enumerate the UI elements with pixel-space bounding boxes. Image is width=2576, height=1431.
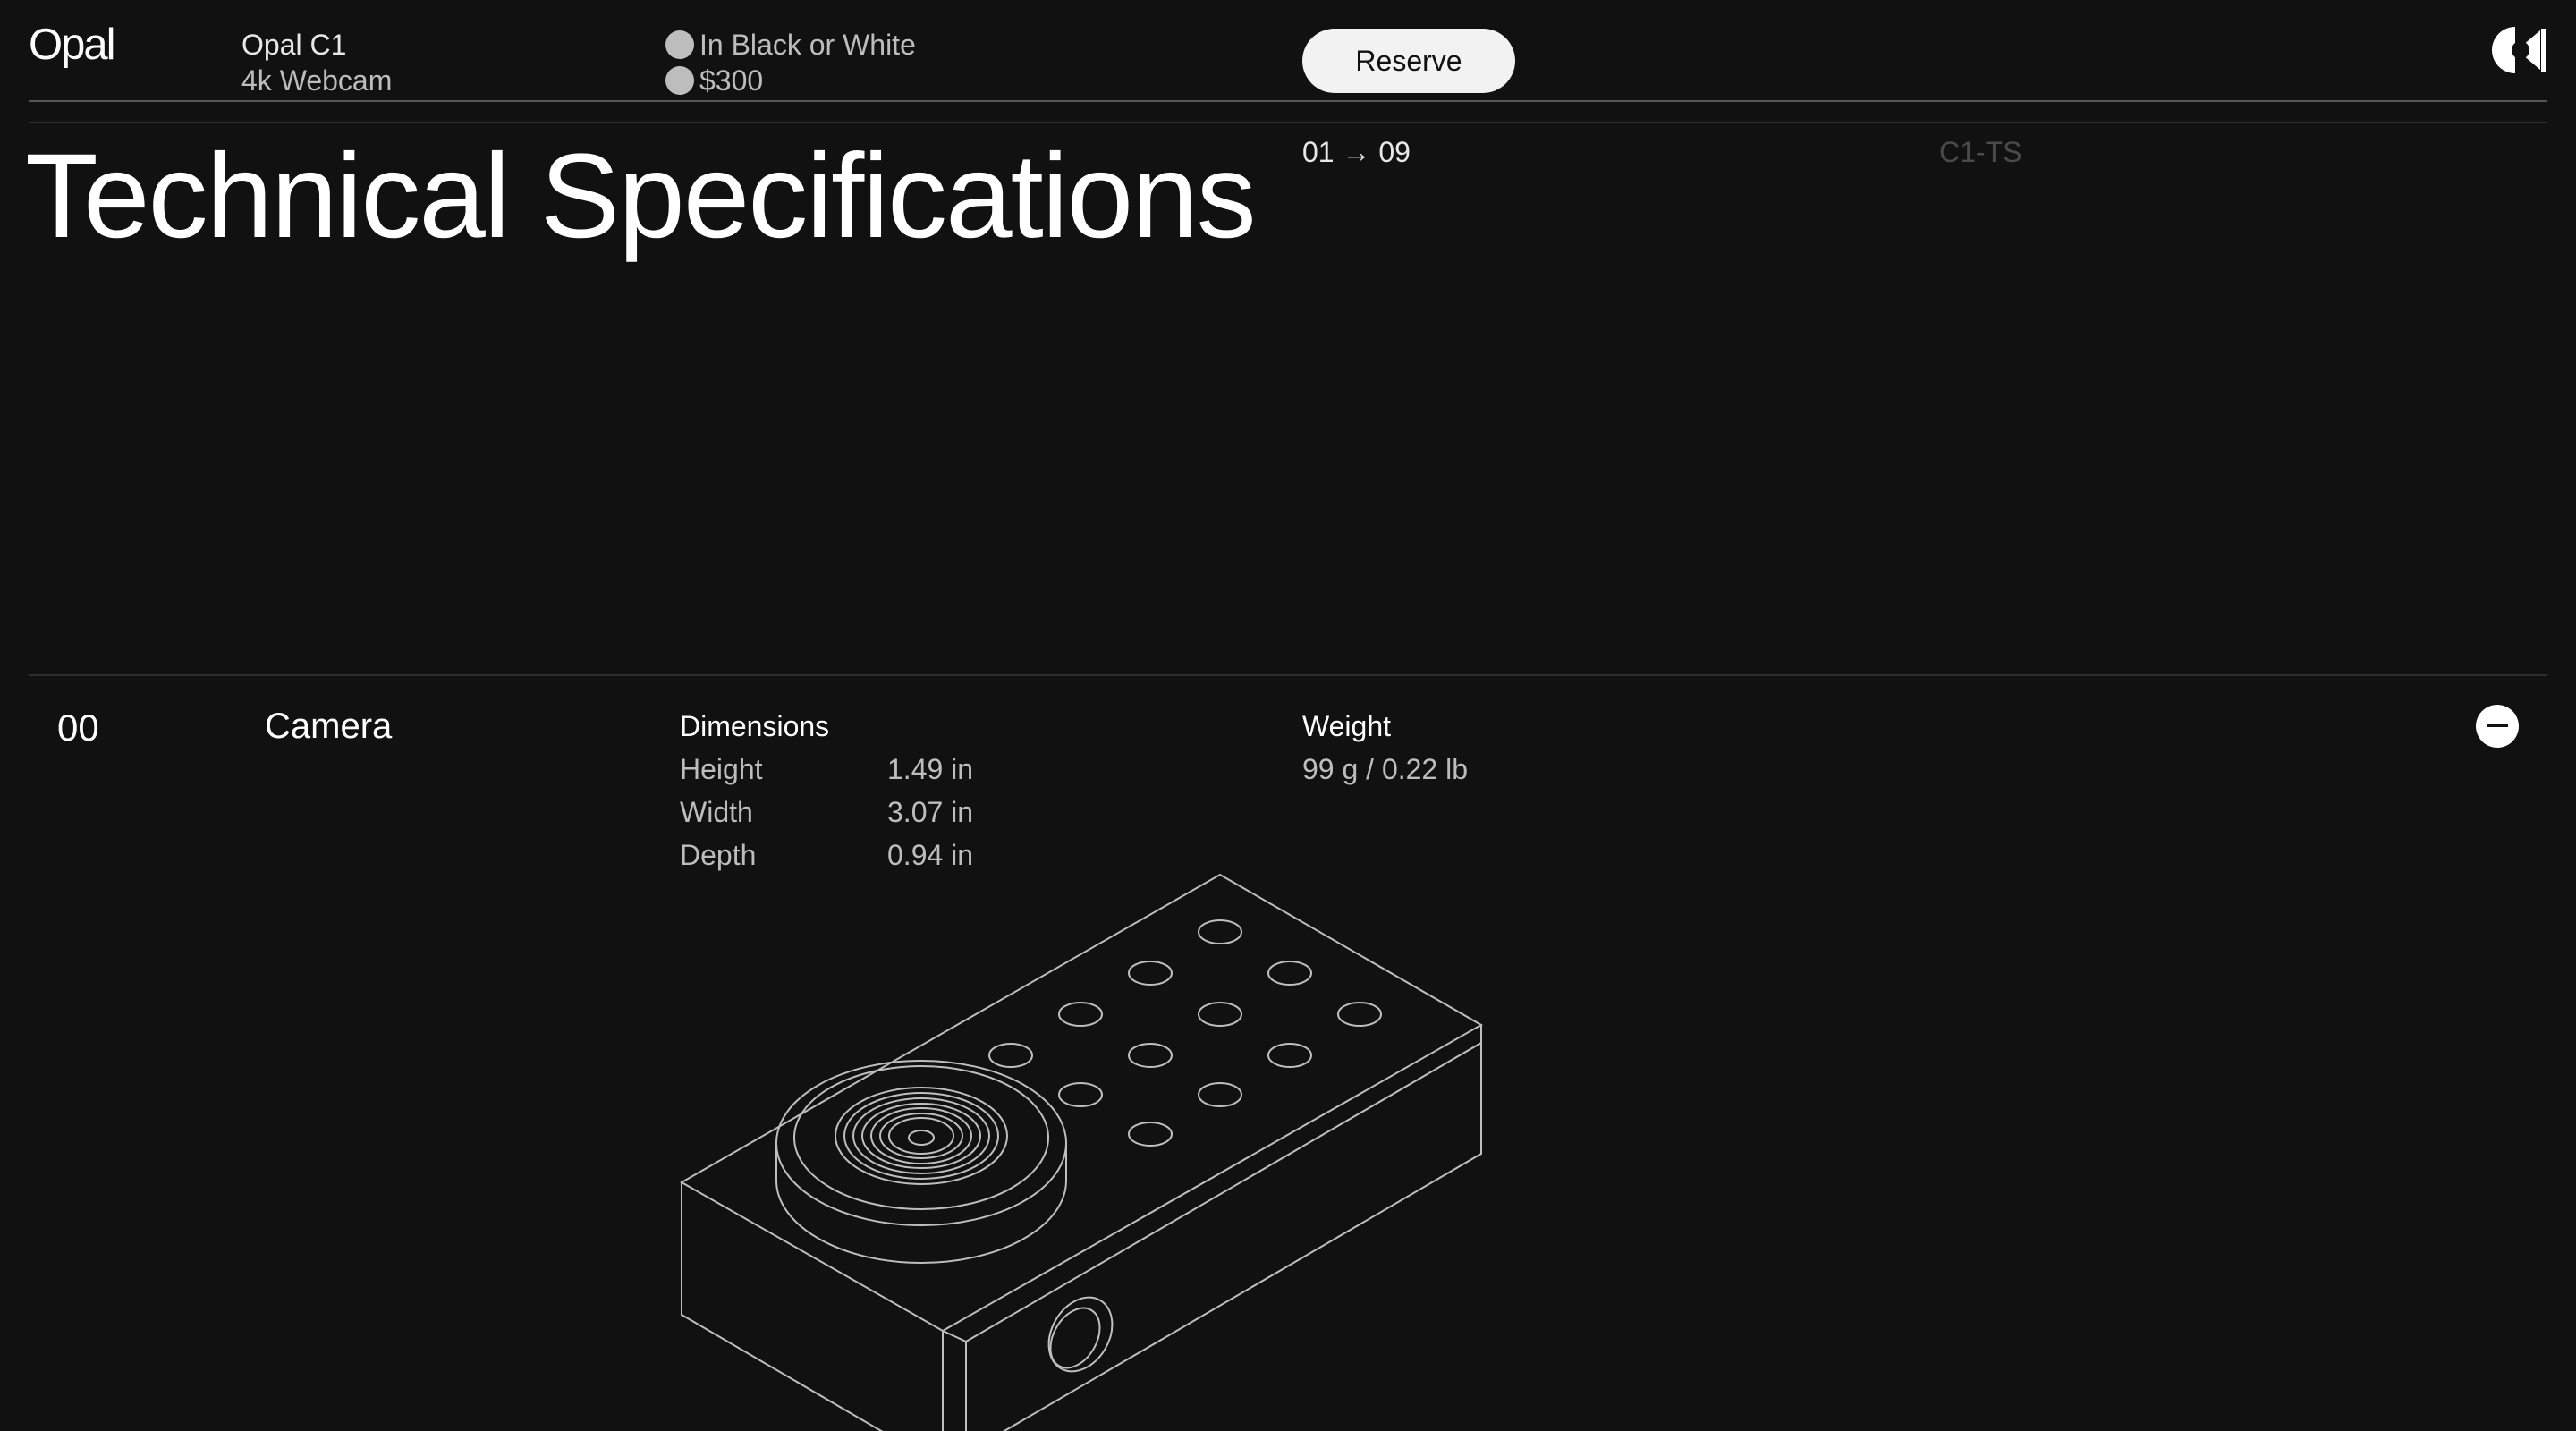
section-divider	[29, 674, 2547, 676]
section-title: Camera	[265, 707, 393, 746]
color-option: In Black or White	[665, 27, 916, 63]
page-title: Technical Specifications	[25, 130, 1257, 263]
spec-range: 01 → 09	[1302, 136, 1411, 168]
spec-value: 1.49 in	[887, 753, 974, 785]
price: $300	[665, 63, 763, 98]
spec-label: Height	[680, 753, 763, 785]
opal-mark-icon[interactable]	[2490, 25, 2547, 75]
color-option-label: In Black or White	[699, 29, 916, 61]
opal-logo[interactable]: Opal	[29, 20, 116, 70]
hero-divider	[29, 122, 2547, 123]
dimensions-heading: Dimensions	[680, 710, 830, 742]
price-dot-icon	[665, 65, 694, 95]
weight-heading: Weight	[1302, 710, 1392, 742]
collapse-section-button[interactable]	[2476, 705, 2519, 748]
section-number: 00	[57, 707, 99, 749]
spec-label: Width	[680, 796, 753, 828]
product-subtitle: 4k Webcam	[242, 64, 393, 97]
spec-code: C1-TS	[1939, 136, 2022, 168]
camera-wireframe-icon	[679, 873, 1484, 1431]
price-label: $300	[699, 64, 764, 97]
spec-value: 3.07 in	[887, 796, 974, 828]
reserve-button[interactable]: Reserve	[1302, 29, 1515, 93]
spec-row-height: Height 1.49 in	[680, 753, 973, 786]
color-swatch-icon	[665, 30, 694, 59]
spec-row-width: Width 3.07 in	[680, 796, 973, 829]
header-divider	[29, 100, 2547, 102]
weight-value: 99 g / 0.22 lb	[1302, 753, 1469, 785]
product-name: Opal C1	[242, 29, 347, 61]
